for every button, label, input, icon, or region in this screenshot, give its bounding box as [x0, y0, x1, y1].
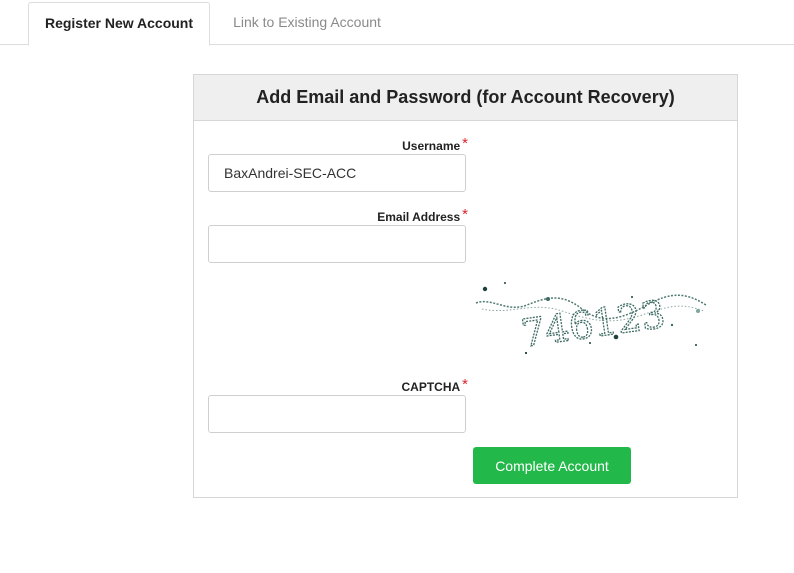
captcha-image: 746123 [475, 282, 707, 356]
captcha-input[interactable] [208, 395, 466, 433]
email-label: Email Address * [208, 206, 468, 225]
tab-register-new-account[interactable]: Register New Account [28, 2, 210, 46]
account-tabs: Register New Account Link to Existing Ac… [0, 0, 794, 46]
complete-account-button[interactable]: Complete Account [473, 447, 631, 484]
required-marker: * [462, 135, 468, 152]
captcha-label: CAPTCHA * [208, 376, 468, 395]
required-marker: * [462, 206, 468, 223]
tab-link-existing-account[interactable]: Link to Existing Account [212, 2, 402, 45]
panel-title: Add Email and Password (for Account Reco… [194, 75, 737, 121]
username-label-text: Username [402, 139, 461, 153]
account-recovery-panel: Add Email and Password (for Account Reco… [193, 74, 738, 498]
email-input[interactable] [208, 225, 466, 263]
username-input[interactable] [208, 154, 466, 192]
required-marker: * [462, 376, 468, 393]
captcha-label-text: CAPTCHA [401, 380, 461, 394]
email-label-text: Email Address [377, 210, 461, 224]
username-label: Username * [208, 135, 468, 154]
captcha-text: 746123 [518, 292, 668, 356]
